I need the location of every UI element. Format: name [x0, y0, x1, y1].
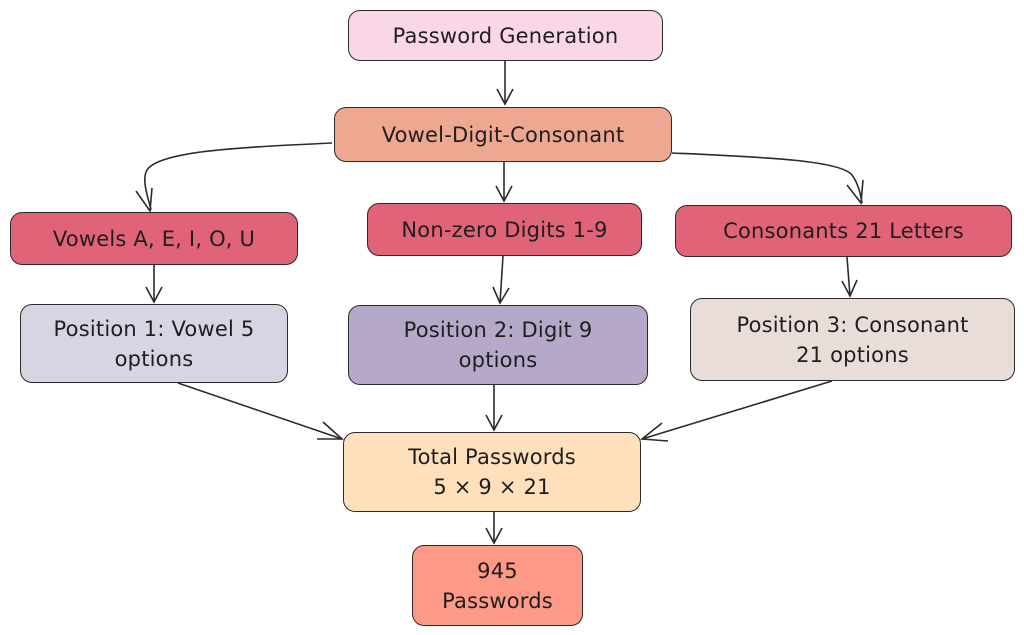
edge-pos1-to-total [177, 382, 343, 440]
edge-vdc-to-vowels [144, 142, 333, 211]
edge-vdc-to-vowels-arrowhead [135, 187, 153, 214]
edge-cons-to-pos3 [846, 256, 851, 297]
edge-cons-to-pos3-arrowhead [841, 279, 858, 298]
edge-digits-to-pos2-arrowhead [492, 286, 510, 305]
edge-vdc-to-cons [671, 152, 863, 204]
node-label-line-1: 945 [477, 558, 518, 583]
node-label: Password Generation [392, 23, 619, 48]
node-label-line-1: Position 3: Consonant [736, 312, 969, 337]
node-label-line-2: 21 options [796, 342, 909, 367]
edge-vdc-to-cons-arrowhead [846, 179, 864, 206]
node-label-line-2: options [114, 346, 194, 371]
node-label: Consonants 21 Letters [723, 219, 964, 243]
node-label-line-1: Position 1: Vowel 5 [53, 316, 255, 341]
edge-start-to-vdc-arrowhead [496, 88, 514, 106]
edge-pos1-to-total-arrowhead [317, 421, 345, 440]
edge-pos3-to-total-arrowhead [639, 422, 669, 442]
node-position-1[interactable]: Position 1: Vowel 5 options [20, 304, 288, 383]
node-label-line-2: options [458, 348, 538, 372]
edge-total-to-result-arrowhead [485, 527, 503, 545]
node-result[interactable]: 945 Passwords [412, 545, 583, 626]
node-vowel-digit-consonant[interactable]: Vowel-Digit-Consonant [334, 107, 672, 162]
node-vowels[interactable]: Vowels A, E, I, O, U [10, 212, 298, 265]
node-label: Vowels A, E, I, O, U [52, 226, 256, 251]
node-consonants[interactable]: Consonants 21 Letters [675, 205, 1012, 257]
node-label-line-1: Position 2: Digit 9 [403, 318, 593, 342]
edge-pos3-to-total [641, 380, 833, 440]
edge-digits-to-pos2 [499, 255, 504, 304]
node-password-generation[interactable]: Password Generation [348, 10, 663, 61]
node-position-2[interactable]: Position 2: Digit 9 options [348, 305, 648, 385]
node-position-3[interactable]: Position 3: Consonant 21 options [690, 298, 1015, 381]
node-label-line-2: 5 × 9 × 21 [433, 475, 551, 499]
node-label: Vowel-Digit-Consonant [381, 122, 625, 147]
node-label-line-2: Passwords [442, 588, 553, 613]
edge-vdc-to-digits-arrowhead [495, 185, 513, 203]
edge-pos2-to-total-arrowhead [485, 414, 503, 432]
node-non-zero-digits[interactable]: Non-zero Digits 1-9 [367, 203, 642, 256]
edge-vowels-to-pos1-arrowhead [145, 286, 163, 304]
node-label-line-1: Total Passwords [408, 445, 576, 469]
node-total-passwords[interactable]: Total Passwords 5 × 9 × 21 [343, 432, 641, 512]
node-label: Non-zero Digits 1-9 [401, 217, 608, 242]
